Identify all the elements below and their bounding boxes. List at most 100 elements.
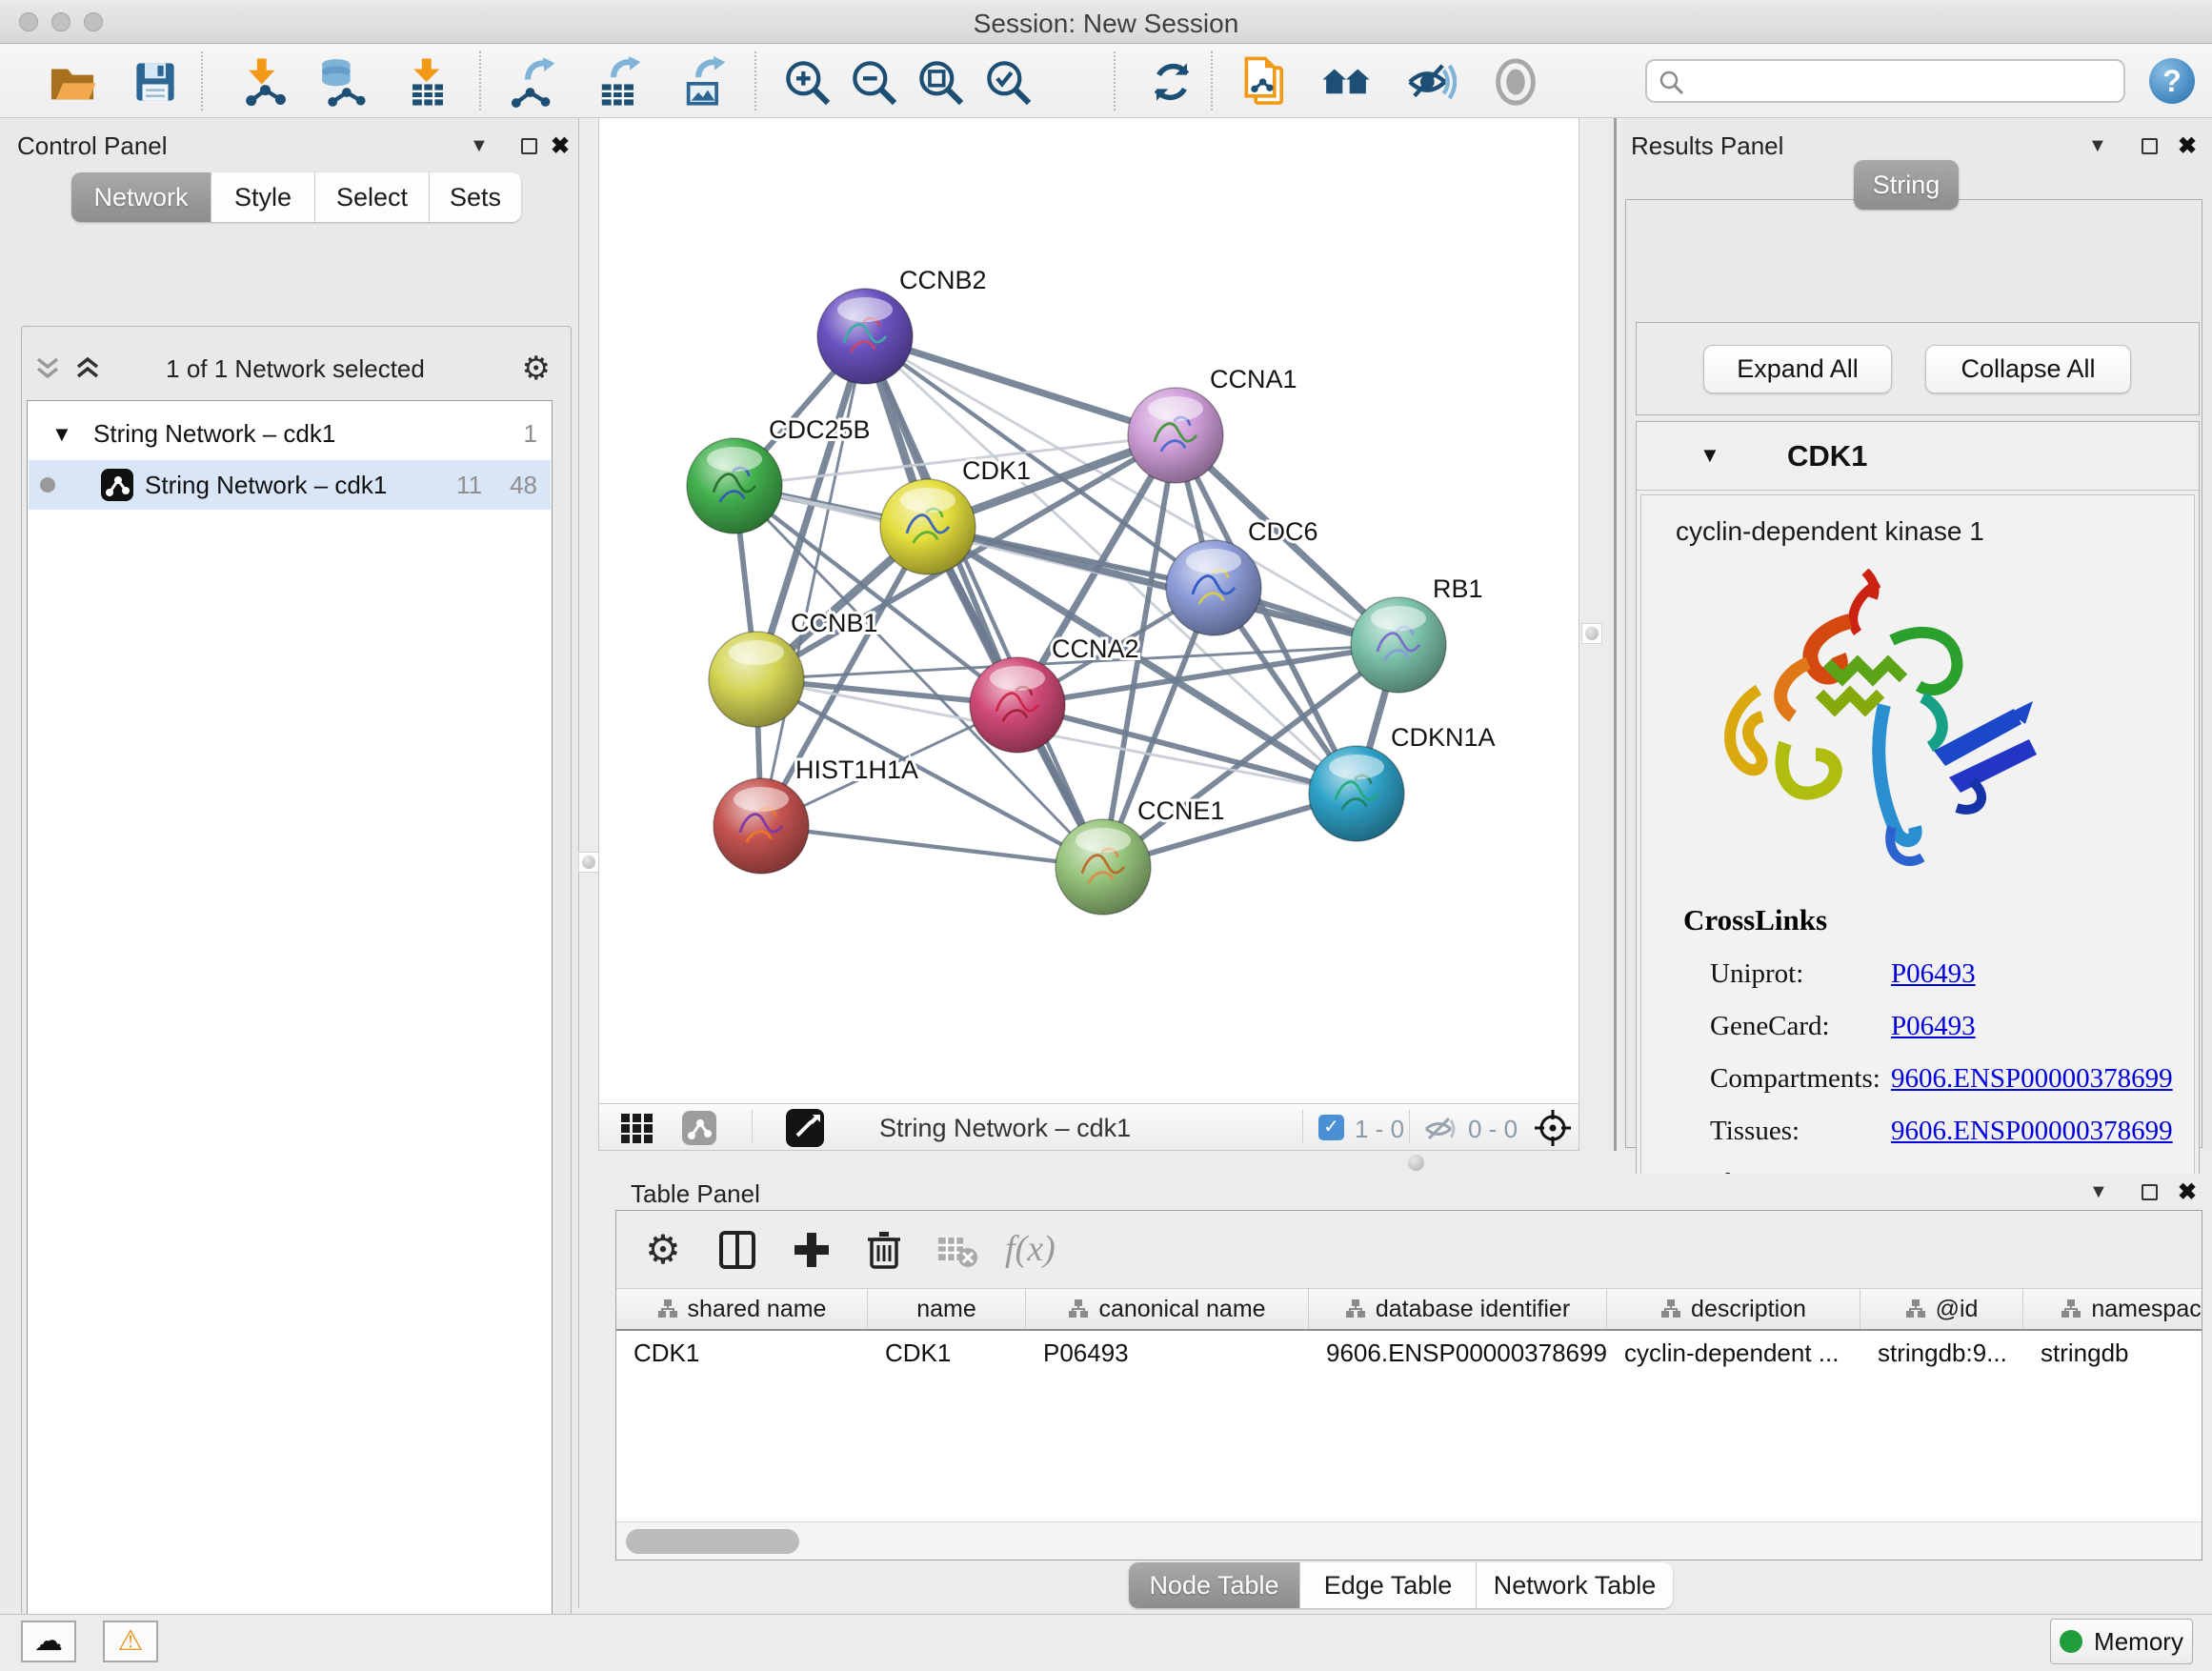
network-node-RB1[interactable]: RB1 — [1351, 574, 1483, 693]
show-columns-icon[interactable] — [715, 1228, 759, 1272]
export-image-icon[interactable] — [677, 56, 729, 108]
zoom-out-icon[interactable] — [848, 56, 899, 108]
column-header-name[interactable]: name — [868, 1289, 1026, 1329]
crosslink-uniprot-link[interactable]: P06493 — [1891, 958, 1976, 990]
fit-selected-crosshair-icon[interactable] — [1533, 1108, 1573, 1148]
export-table-icon[interactable] — [593, 56, 644, 108]
expand-all-button[interactable]: Expand All — [1703, 345, 1892, 393]
left-splitter-handle[interactable] — [578, 852, 599, 873]
tab-network-table[interactable]: Network Table — [1477, 1562, 1673, 1608]
network-column-icon — [1905, 1299, 1926, 1319]
export-network-icon[interactable] — [507, 56, 558, 108]
new-network-from-selection-icon[interactable] — [1239, 56, 1291, 108]
expand-collapse-section: Expand All Collapse All — [1636, 322, 2200, 415]
selected-checkbox-icon[interactable]: ✓ — [1318, 1115, 1344, 1140]
function-builder-icon[interactable]: f(x) — [1005, 1228, 1091, 1272]
column-header-id[interactable]: @id — [1860, 1289, 2023, 1329]
network-column-icon — [2061, 1299, 2081, 1319]
float-panel-icon[interactable] — [2142, 138, 2158, 154]
zoom-selected-icon[interactable] — [982, 56, 1034, 108]
hide-selected-icon[interactable] — [1405, 56, 1457, 108]
network-list: ▼ String Network – cdk1 1 String Network… — [27, 400, 553, 1671]
results-panel-title: Results Panel — [1631, 131, 1783, 161]
status-bar: ☁ ⚠ Memory — [0, 1614, 2212, 1671]
left-splitter[interactable] — [579, 118, 598, 1151]
delete-column-icon[interactable] — [862, 1228, 906, 1272]
toolbar-separator — [1302, 1110, 1303, 1144]
collapse-all-button[interactable]: Collapse All — [1925, 345, 2131, 393]
close-panel-icon[interactable]: ✖ — [2178, 1181, 2197, 1204]
collapse-panel-icon[interactable]: ▼ — [470, 135, 489, 157]
entry-collapse-icon[interactable]: ▼ — [1699, 443, 1720, 468]
float-panel-icon[interactable] — [2142, 1184, 2158, 1200]
table-row[interactable]: CDK1 CDK1 P06493 9606.ENSP00000378699 cy… — [616, 1333, 2202, 1375]
table-settings-gear-icon[interactable]: ⚙ — [641, 1228, 685, 1272]
search-input[interactable] — [1645, 59, 2125, 103]
close-panel-icon[interactable]: ✖ — [551, 135, 570, 158]
scrollbar-thumb[interactable] — [626, 1529, 799, 1554]
help-icon[interactable]: ? — [2149, 58, 2195, 104]
float-panel-icon[interactable] — [521, 138, 537, 154]
cloud-icon[interactable]: ☁ — [21, 1621, 76, 1662]
network-collection-row[interactable]: ▼ String Network – cdk1 1 — [29, 409, 551, 458]
network-node-CCNA1[interactable]: CCNA1 — [1128, 365, 1297, 483]
crosslink-label: Compartments: — [1710, 1063, 1880, 1095]
network-options-gear-icon[interactable]: ⚙ — [522, 352, 551, 385]
table-horizontal-scrollbar[interactable] — [616, 1521, 2202, 1560]
hidden-count: 0 - 0 — [1468, 1115, 1518, 1144]
toolbar-separator — [1114, 51, 1116, 111]
collapse-panel-icon[interactable]: ▼ — [2089, 1181, 2108, 1203]
apply-layout-icon[interactable] — [1146, 56, 1197, 108]
tab-sets[interactable]: Sets — [430, 172, 521, 222]
grid-view-icon[interactable] — [620, 1112, 654, 1144]
network-column-icon — [657, 1299, 678, 1319]
tab-style[interactable]: Style — [211, 172, 315, 222]
import-table-icon[interactable] — [402, 56, 453, 108]
open-session-icon[interactable] — [47, 56, 98, 108]
crosslink-genecard-link[interactable]: P06493 — [1891, 1011, 1976, 1042]
network-row[interactable]: String Network – cdk1 11 48 — [29, 460, 551, 510]
network-node-CCNB1[interactable]: CCNB1 — [709, 609, 878, 727]
node-details-box: ▼ CDK1 cyclin-dependent kinase 1 — [1636, 421, 2200, 1230]
import-network-icon[interactable] — [237, 56, 289, 108]
column-header-database-identifier[interactable]: database identifier — [1309, 1289, 1607, 1329]
string-results-container: Expand All Collapse All ▼ CDK1 cyclin-de… — [1625, 199, 2202, 1148]
column-header-namespace[interactable]: namespace — [2023, 1289, 2202, 1329]
collection-expand-icon[interactable]: ▼ — [51, 422, 72, 447]
show-all-icon[interactable] — [1490, 56, 1541, 108]
horizontal-splitter-handle[interactable] — [1408, 1155, 1424, 1171]
zoom-in-icon[interactable] — [781, 56, 833, 108]
network-graph[interactable]: CCNB2CCNA1CDC25BCDK1CDC6RB1CCNB1CCNA2CDK… — [599, 118, 1580, 1103]
toolbar-separator — [479, 51, 481, 111]
delete-table-icon[interactable] — [935, 1228, 978, 1272]
create-column-icon[interactable] — [790, 1228, 834, 1272]
toolbar-separator — [201, 51, 203, 111]
tab-select[interactable]: Select — [315, 172, 430, 222]
column-header-description[interactable]: description — [1607, 1289, 1860, 1329]
network-node-HIST1H1A[interactable]: HIST1H1A — [714, 755, 918, 874]
tab-node-table[interactable]: Node Table — [1129, 1562, 1300, 1608]
collapse-panel-icon[interactable]: ▼ — [2088, 135, 2107, 157]
import-network-from-database-icon[interactable] — [316, 56, 368, 108]
birdseye-view-icon[interactable] — [786, 1109, 824, 1147]
crosslink-compartments-link[interactable]: 9606.ENSP00000378699 — [1891, 1063, 2173, 1095]
warning-icon[interactable]: ⚠ — [103, 1621, 158, 1662]
zoom-fit-icon[interactable] — [915, 56, 966, 108]
network-node-CDKN1A[interactable]: CDKN1A — [1309, 723, 1496, 841]
network-canvas[interactable]: CCNB2CCNA1CDC25BCDK1CDC6RB1CCNB1CCNA2CDK… — [598, 118, 1579, 1103]
crosslink-tissues-link[interactable]: 9606.ENSP00000378699 — [1891, 1116, 2173, 1147]
column-header-shared-name[interactable]: shared name — [616, 1289, 868, 1329]
tab-network[interactable]: Network — [71, 172, 211, 222]
memory-status-dot — [2060, 1630, 2082, 1653]
first-neighbors-icon[interactable] — [1320, 56, 1372, 108]
node-entry-header[interactable]: ▼ CDK1 — [1637, 422, 2199, 491]
memory-button[interactable]: Memory — [2050, 1619, 2193, 1664]
column-header-canonical-name[interactable]: canonical name — [1026, 1289, 1309, 1329]
save-session-icon[interactable] — [130, 56, 181, 108]
close-panel-icon[interactable]: ✖ — [2178, 135, 2197, 158]
tab-string-results[interactable]: String — [1854, 160, 1959, 210]
right-splitter-handle[interactable] — [1581, 623, 1602, 644]
network-node-CDK1[interactable]: CDK1 — [880, 456, 1031, 574]
share-view-icon[interactable] — [682, 1111, 716, 1145]
tab-edge-table[interactable]: Edge Table — [1300, 1562, 1477, 1608]
